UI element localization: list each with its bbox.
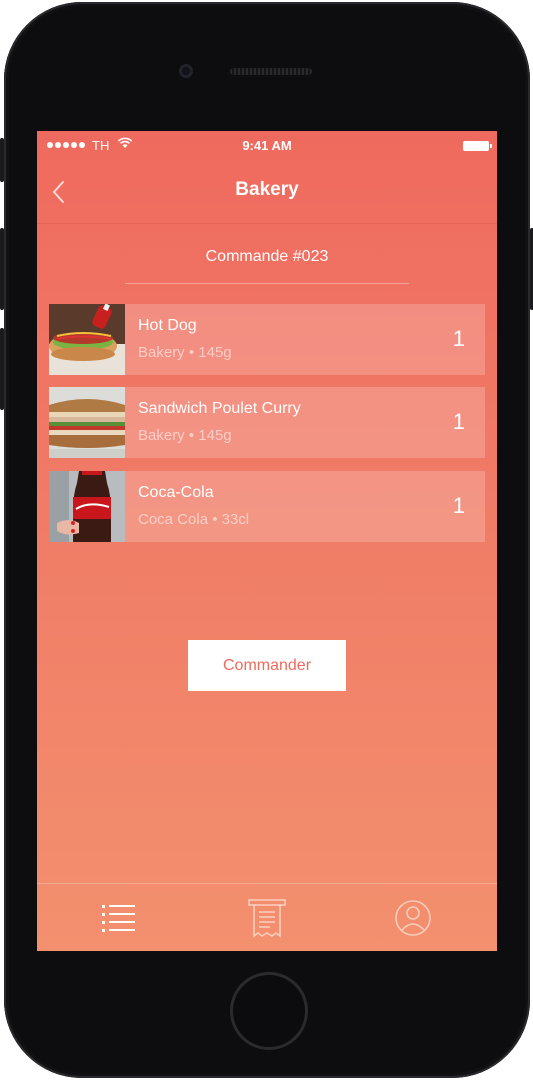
app-screen: TH 9:41 AM Bakery Commande #023 Hot Dog … [37,131,497,951]
item-quantity[interactable]: 1 [453,326,465,352]
coca-cola-image [49,471,125,542]
item-name: Sandwich Poulet Curry [138,400,301,417]
order-divider [125,283,409,284]
user-icon[interactable] [389,896,437,940]
hot-dog-image [49,304,125,375]
page-title: Bakery [235,179,299,200]
order-item[interactable]: Sandwich Poulet Curry Bakery • 145g 1 [49,387,485,458]
volume-up-button [0,228,4,310]
volume-down-button [0,328,4,410]
order-button[interactable]: Commander [188,640,346,691]
item-details: Bakery • 145g [138,427,232,444]
navigation-bar: Bakery [37,161,497,224]
status-time: 9:41 AM [242,138,292,153]
item-quantity[interactable]: 1 [453,409,465,435]
item-quantity[interactable]: 1 [453,493,465,519]
order-item[interactable]: Coca-Cola Coca Cola • 33cl 1 [49,471,485,542]
earpiece-speaker [230,68,312,75]
order-item[interactable]: Hot Dog Bakery • 145g 1 [49,304,485,375]
item-details: Bakery • 145g [138,344,232,361]
status-bar: TH 9:41 AM [37,131,497,161]
front-camera [179,64,193,78]
battery-icon [463,141,492,151]
sandwich-image [49,387,125,458]
list-icon[interactable] [95,896,143,940]
home-button[interactable] [230,972,308,1050]
item-name: Hot Dog [138,317,197,334]
item-name: Coca-Cola [138,484,214,501]
item-details: Coca Cola • 33cl [138,511,250,528]
order-number: Commande #023 [205,248,329,265]
mute-switch [0,138,4,182]
tab-bar [37,883,497,951]
receipt-icon[interactable] [243,896,291,940]
